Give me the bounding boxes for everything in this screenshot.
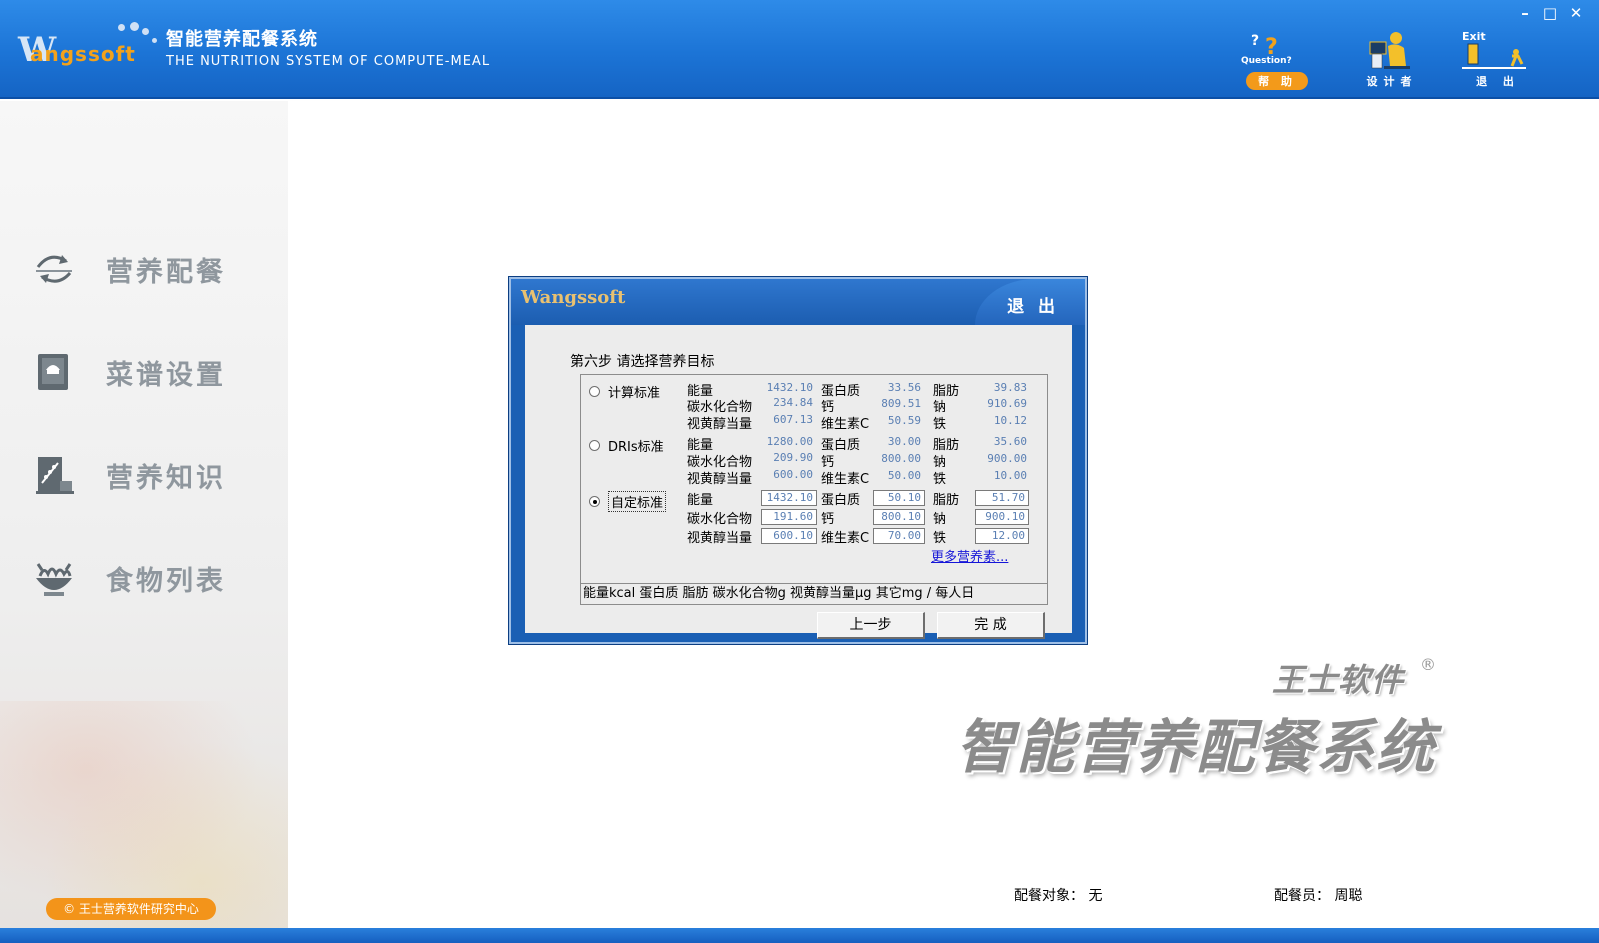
maximize-button[interactable]: □ (1540, 4, 1560, 22)
dialog-logo: Wangssoft (521, 287, 626, 308)
vitamin-c-input[interactable]: 70.00 (873, 528, 925, 544)
app-subtitle: THE NUTRITION SYSTEM OF COMPUTE-MEAL (166, 54, 491, 69)
help-button[interactable]: ? ? Question? 帮 助 (1235, 28, 1319, 94)
step-title: 第六步 请选择营养目标 (570, 354, 715, 370)
copyright-badge: © 王士营养软件研究中心 (46, 898, 216, 920)
dialog-header: Wangssoft 退 出 (511, 279, 1085, 325)
dialog-body: 第六步 请选择营养目标 计算标准 能量 1432.10 蛋白质 33.56 脂肪… (525, 325, 1072, 639)
previous-step-button[interactable]: 上一步 (817, 612, 925, 639)
registered-mark: ® (1420, 655, 1436, 674)
sidebar-item-label: 营养知识 (106, 462, 226, 494)
close-button[interactable]: ✕ (1566, 4, 1586, 22)
sidebar: 营养配餐 菜谱设置 营养知识 食物列表 © 王士营养软件研究中心 (0, 101, 288, 928)
app-window: W angssoft 智能营养配餐系统 THE NUTRITION SYSTEM… (0, 0, 1599, 943)
brand-company-name: 王士软件 (1272, 661, 1405, 699)
retinol-equivalent-input[interactable]: 600.10 (761, 528, 817, 544)
sidebar-item-label: 食物列表 (106, 565, 226, 597)
option-dris-standard[interactable]: DRIs标准 (589, 436, 664, 455)
dialog-exit-button[interactable]: 退 出 (1007, 292, 1059, 317)
designer-button[interactable]: 设计者 (1350, 28, 1434, 94)
chef-book-icon (38, 354, 68, 390)
nutrition-target-dialog: Wangssoft 退 出 第六步 请选择营养目标 计算标准 能量 1432.1… (509, 277, 1087, 644)
sidebar-item-nutrition-knowledge[interactable]: 营养知识 (30, 450, 260, 500)
svg-text:?: ? (1251, 33, 1259, 49)
calcium-input[interactable]: 800.10 (873, 509, 925, 525)
sidebar-item-label: 菜谱设置 (106, 359, 226, 391)
title-bar: W angssoft 智能营养配餐系统 THE NUTRITION SYSTEM… (0, 0, 1599, 99)
help-label: 帮 助 (1246, 72, 1308, 90)
sidebar-item-nutrition-meal[interactable]: 营养配餐 (30, 244, 260, 294)
app-title: 智能营养配餐系统 (166, 29, 318, 50)
radio-button-selected[interactable] (589, 496, 600, 507)
radio-button[interactable] (589, 386, 600, 397)
brand-product-name: 智能营养配餐系统 (956, 713, 1437, 781)
question-icon: ? ? Question? (1241, 33, 1292, 66)
sidebar-decoration (0, 701, 288, 928)
svg-text:Question?: Question? (1241, 56, 1292, 66)
more-nutrients-link[interactable]: 更多营养素... (931, 546, 1008, 565)
exit-label: 退 出 (1476, 75, 1520, 88)
energy-input[interactable]: 1432.10 (761, 490, 817, 506)
bottom-bar (0, 928, 1599, 943)
recycle-icon (36, 255, 72, 283)
finish-button[interactable]: 完 成 (937, 612, 1045, 639)
exit-door-icon: Exit (1462, 30, 1526, 69)
wangssoft-logo: W angssoft (18, 22, 157, 70)
target-options-group: 计算标准 能量 1432.10 蛋白质 33.56 脂肪 39.83 碳水化合物… (580, 374, 1048, 584)
sidebar-item-food-list[interactable]: 食物列表 (30, 553, 260, 603)
sidebar-item-label: 营养配餐 (106, 256, 226, 288)
fat-input[interactable]: 51.70 (975, 490, 1029, 506)
food-bowl-icon (36, 563, 72, 596)
exit-app-button[interactable]: Exit 退 出 (1456, 28, 1540, 94)
designer-icon (1369, 32, 1410, 69)
minimize-button[interactable]: – (1515, 4, 1535, 22)
designer-label: 设计者 (1366, 75, 1418, 88)
meal-target-status: 配餐对象： 无 (1014, 888, 1103, 904)
operator-status: 配餐员： 周聪 (1274, 888, 1363, 904)
sodium-input[interactable]: 900.10 (975, 509, 1029, 525)
sidebar-item-recipe-settings[interactable]: 菜谱设置 (30, 347, 260, 397)
iron-input[interactable]: 12.00 (975, 528, 1029, 544)
radio-button[interactable] (589, 440, 600, 451)
option-custom-standard[interactable]: 自定标准 (589, 491, 667, 512)
protein-input[interactable]: 50.10 (873, 490, 925, 506)
units-note: 能量kcal 蛋白质 脂肪 碳水化合物g 视黄醇当量μg 其它mg / 每人日 (580, 583, 1048, 605)
option-calculated-standard[interactable]: 计算标准 (589, 382, 660, 401)
carbohydrate-input[interactable]: 191.60 (761, 509, 817, 525)
svg-text:Exit: Exit (1462, 30, 1486, 43)
knowledge-icon (36, 457, 74, 494)
